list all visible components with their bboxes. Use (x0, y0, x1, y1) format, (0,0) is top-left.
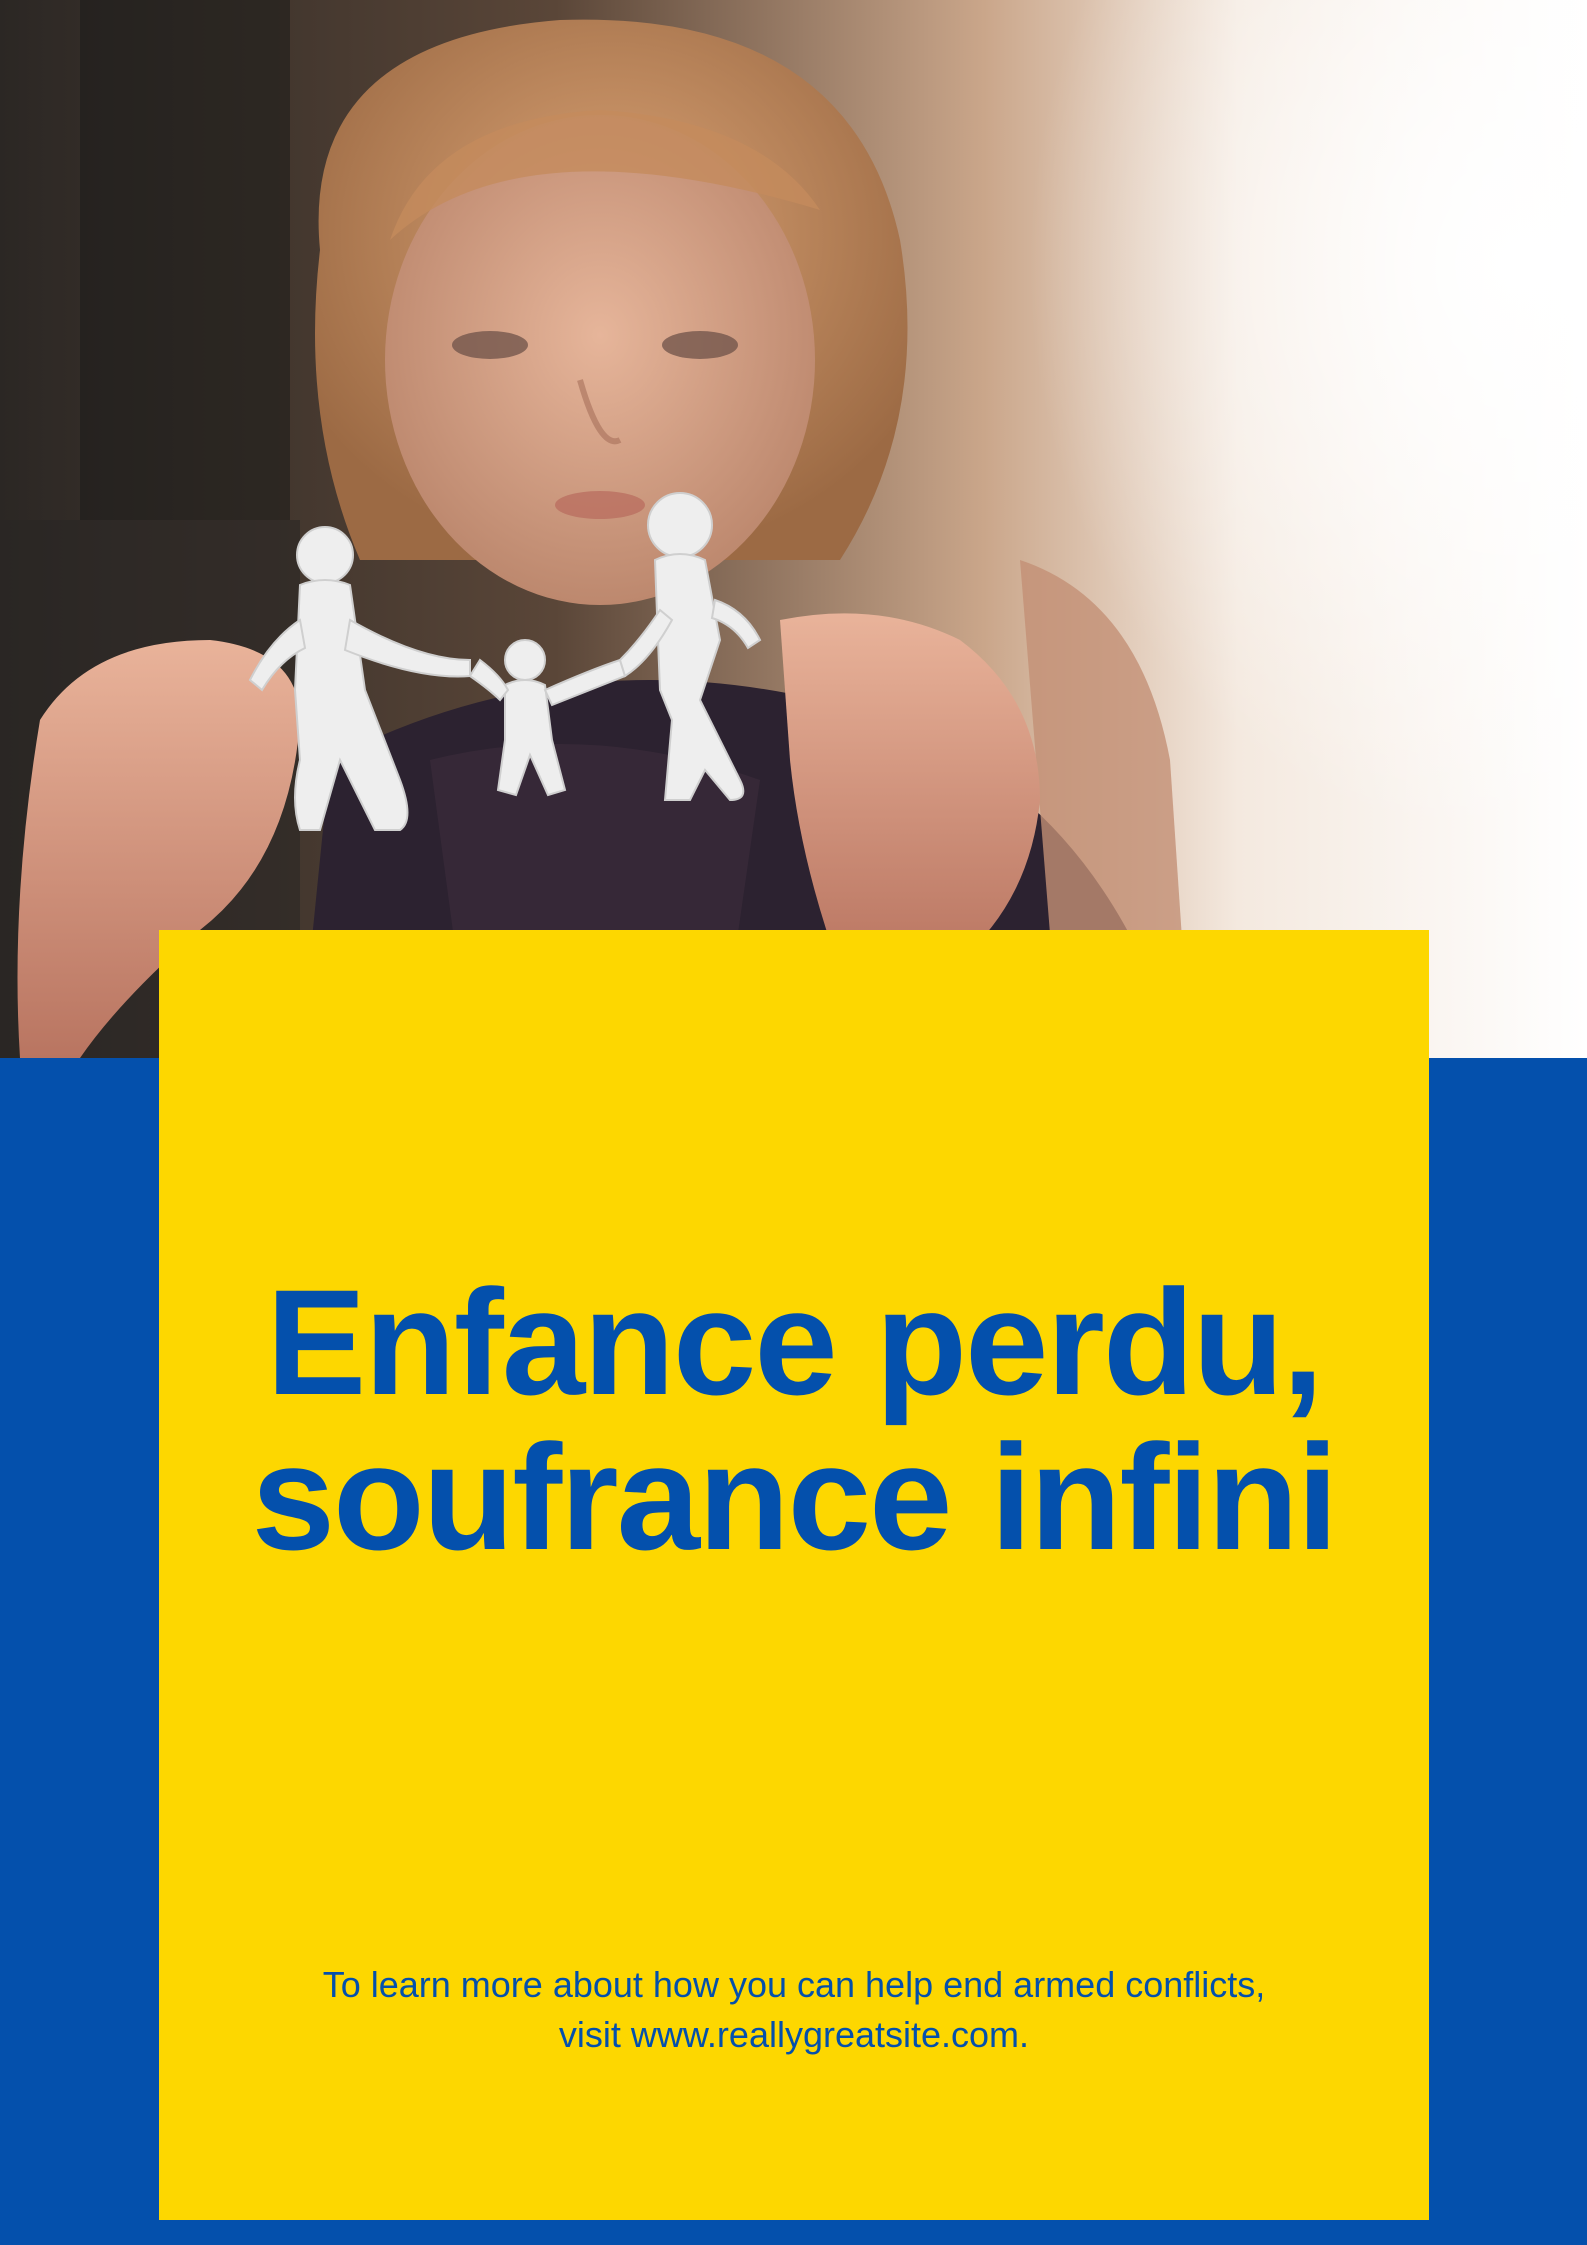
hero-photo (0, 0, 1587, 1058)
poster: Enfance perdu, soufrance infini To learn… (0, 0, 1587, 2245)
yellow-card: Enfance perdu, soufrance infini To learn… (159, 930, 1429, 2220)
info-text: To learn more about how you can help end… (159, 1960, 1429, 2060)
info-line-2: visit www.reallygreatsite.com. (558, 2014, 1030, 2055)
child-paper-family-illustration (0, 0, 1587, 1058)
info-line-1: To learn more about how you can help end… (322, 1964, 1266, 2005)
headline-line-2: soufrance infini (251, 1413, 1339, 1581)
headline: Enfance perdu, soufrance infini (159, 1265, 1429, 1575)
headline-line-1: Enfance perdu, (266, 1258, 1324, 1426)
